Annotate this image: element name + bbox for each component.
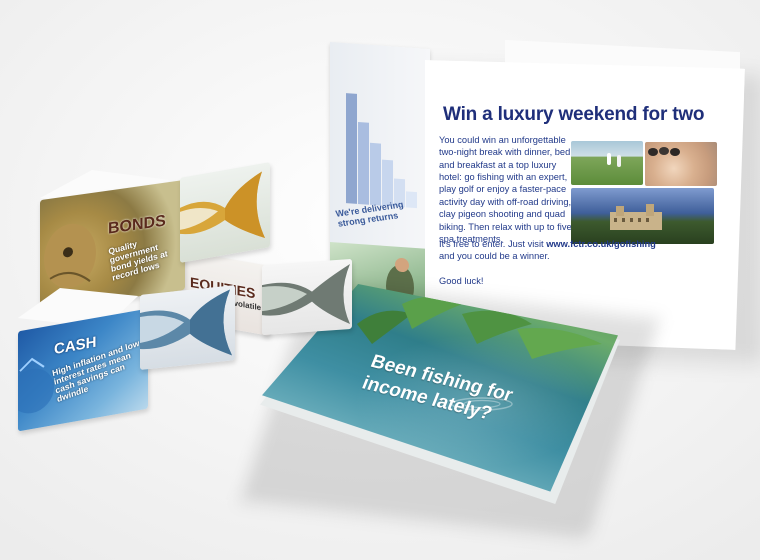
cash-fish-tail	[140, 285, 235, 370]
entry-instructions: It's free to enter. Just visit www.fctr.…	[439, 238, 669, 263]
bonds-fish-tail	[180, 162, 270, 263]
spa-photo	[645, 142, 717, 186]
competition-title: Win a luxury weekend for two	[443, 104, 705, 125]
golf-photo	[571, 141, 643, 185]
competition-description: You could win an unforgettable two-night…	[439, 135, 572, 244]
hotel-photo	[571, 188, 714, 244]
entry-suffix: and you could be a winner.	[439, 251, 550, 262]
entry-prefix: It's free to enter. Just visit	[439, 239, 547, 249]
product-photo-scene: We're delivering strong returns Win a lu…	[0, 0, 760, 560]
sign-off: Good luck!	[439, 276, 484, 286]
equities-fish-tail	[262, 258, 352, 336]
entry-url: www.fctr.co.uk/gofishing	[546, 239, 656, 249]
